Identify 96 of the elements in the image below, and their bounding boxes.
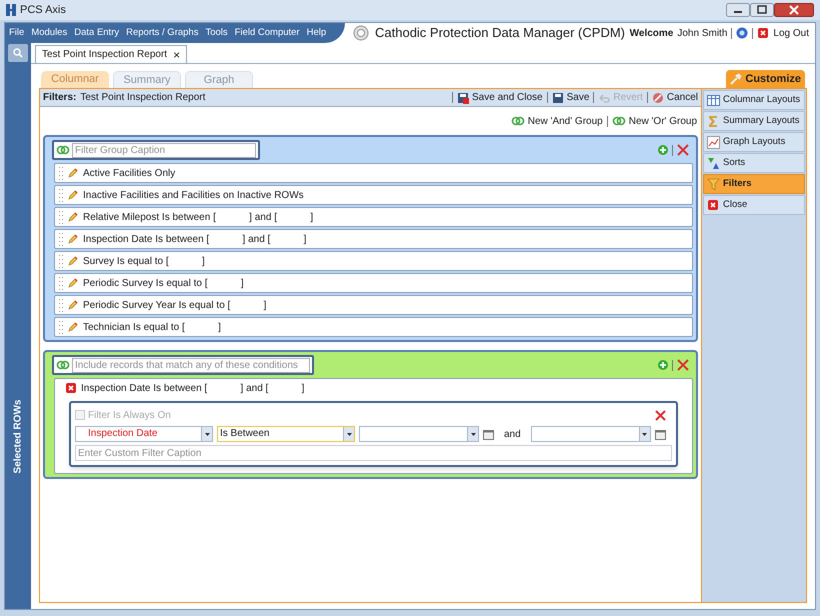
- pencil-icon: [67, 189, 79, 201]
- calendar-icon: [654, 428, 666, 440]
- caret-icon: [346, 432, 352, 436]
- calendar-icon: [483, 428, 494, 440]
- side-menu-item[interactable]: Columnar Layouts: [703, 90, 805, 110]
- close-icon: [774, 3, 814, 17]
- rings-icon: [56, 359, 70, 371]
- caption-field[interactable]: Filter Group Caption: [52, 140, 260, 160]
- menu-item[interactable]: Modules: [31, 26, 68, 40]
- user-name: John Smith: [677, 26, 728, 40]
- pencil-icon: [67, 211, 79, 223]
- save-close-icon: [457, 92, 469, 104]
- and-label: and: [504, 428, 521, 442]
- new-group-button[interactable]: New 'And' Group: [510, 114, 603, 128]
- menu-item[interactable]: Tools: [205, 26, 228, 40]
- condition-row[interactable]: Periodic Survey Year Is equal to [ ]: [54, 295, 693, 315]
- customize-button[interactable]: Customize: [726, 70, 805, 88]
- add-icon: [657, 359, 669, 371]
- menu-item[interactable]: Help: [306, 26, 326, 40]
- side-menu-item[interactable]: Sorts: [703, 153, 805, 173]
- condition-text: Periodic Survey Year Is equal to [ ]: [83, 298, 266, 312]
- add-icon: [657, 144, 669, 156]
- condition-row[interactable]: Survey Is equal to [ ]: [54, 251, 693, 271]
- date-picker[interactable]: [530, 426, 651, 442]
- checkbox-label: Filter Is Always On: [88, 408, 171, 422]
- condition-row[interactable]: Inactive Facilities and Facilities on Inactive ROWs: [54, 185, 693, 205]
- logout-link[interactable]: Log Out: [773, 26, 809, 40]
- pencil-icon: [67, 255, 79, 267]
- side-menu-item[interactable]: Filters: [703, 174, 805, 194]
- pencil-icon: [67, 277, 79, 289]
- filters-label: Filters:: [43, 91, 76, 105]
- rings-icon: [510, 115, 525, 127]
- condition-text: Inspection Date Is between [ ] and [ ]: [81, 382, 304, 396]
- condition-row[interactable]: Active Facilities Only: [54, 163, 693, 183]
- new-group-button[interactable]: New 'Or' Group: [612, 114, 697, 128]
- cancel-icon: [652, 92, 664, 104]
- selected-rows-panel[interactable]: Selected ROWs: [5, 63, 31, 609]
- pencil-icon: [67, 299, 79, 311]
- side-menu-item[interactable]: Summary Layouts: [703, 111, 805, 131]
- sort-icon: [707, 156, 720, 170]
- toolbar-button[interactable]: Save: [552, 90, 590, 105]
- operator-dropdown[interactable]: Is Between: [217, 426, 355, 442]
- close-tab-button[interactable]: ×: [173, 48, 180, 60]
- help-icon: [736, 27, 748, 39]
- table-icon: [707, 94, 720, 106]
- condition-text: Relative Milepost Is between [ ] and [ ]: [83, 210, 314, 224]
- condition-text: Inactive Facilities and Facilities on Inactive ROWs: [83, 188, 304, 202]
- menu-item[interactable]: File: [9, 26, 24, 40]
- condition-row[interactable]: Technician Is equal to [ ]: [54, 317, 693, 337]
- report-name: Test Point Inspection Report: [80, 91, 206, 105]
- condition-text: Inspection Date Is between [ ] and [ ]: [83, 232, 306, 246]
- undo-icon: [598, 92, 610, 104]
- caret-icon: [470, 432, 476, 436]
- delete-icon: [654, 409, 666, 421]
- caret-icon: [642, 432, 648, 436]
- window-title: PCS Axis: [20, 2, 66, 18]
- close-icon: [707, 198, 720, 212]
- sigma-icon: [707, 114, 720, 128]
- close-icon: [757, 27, 770, 39]
- pencil-icon: [67, 321, 79, 333]
- rings-icon: [612, 115, 626, 127]
- toolbar-button[interactable]: Save and Close: [457, 90, 543, 105]
- maximize-icon: [750, 3, 774, 17]
- rings-icon: [56, 144, 70, 156]
- side-menu-item[interactable]: Close: [703, 195, 805, 215]
- pencil-icon: [67, 167, 79, 179]
- app-icon: [6, 4, 16, 16]
- menu-item[interactable]: Field Computer: [234, 26, 300, 40]
- condition-row[interactable]: Relative Milepost Is between [ ] and [ ]: [54, 207, 693, 227]
- menu-item[interactable]: Reports / Graphs: [126, 26, 198, 40]
- search-button[interactable]: [8, 44, 28, 62]
- save-icon: [552, 92, 564, 104]
- funnel-icon: [707, 178, 720, 190]
- welcome-label: Welcome: [630, 26, 674, 40]
- condition-text: Survey Is equal to [ ]: [83, 254, 205, 268]
- document-tab[interactable]: Test Point Inspection Report ×: [35, 45, 188, 63]
- minimize-icon: [726, 3, 750, 17]
- condition-text: Active Facilities Only: [83, 166, 176, 180]
- delete-icon: [676, 143, 690, 157]
- caption-field[interactable]: Include records that match any of these conditions: [52, 355, 314, 375]
- condition-text: Periodic Survey Is equal to [ ]: [83, 276, 244, 290]
- condition-row[interactable]: Periodic Survey Is equal to [ ]: [54, 273, 693, 293]
- toolbar-button[interactable]: Cancel: [652, 90, 698, 105]
- menu-item[interactable]: Data Entry: [74, 26, 120, 40]
- side-menu-item[interactable]: Graph Layouts: [703, 132, 805, 152]
- field-dropdown[interactable]: Inspection Date: [75, 426, 213, 442]
- app-title: Cathodic Protection Data Manager (CPDM): [375, 24, 625, 42]
- search-icon: [13, 48, 23, 58]
- pencil-icon: [67, 233, 79, 245]
- condition-row[interactable]: Inspection Date Is between [ ] and [ ]: [54, 229, 693, 249]
- caret-icon: [204, 432, 210, 436]
- date-picker[interactable]: [359, 426, 479, 442]
- condition-text: Technician Is equal to [ ]: [83, 320, 221, 334]
- close-icon: [65, 382, 77, 394]
- chart-icon: [707, 136, 720, 148]
- delete-icon: [676, 358, 690, 372]
